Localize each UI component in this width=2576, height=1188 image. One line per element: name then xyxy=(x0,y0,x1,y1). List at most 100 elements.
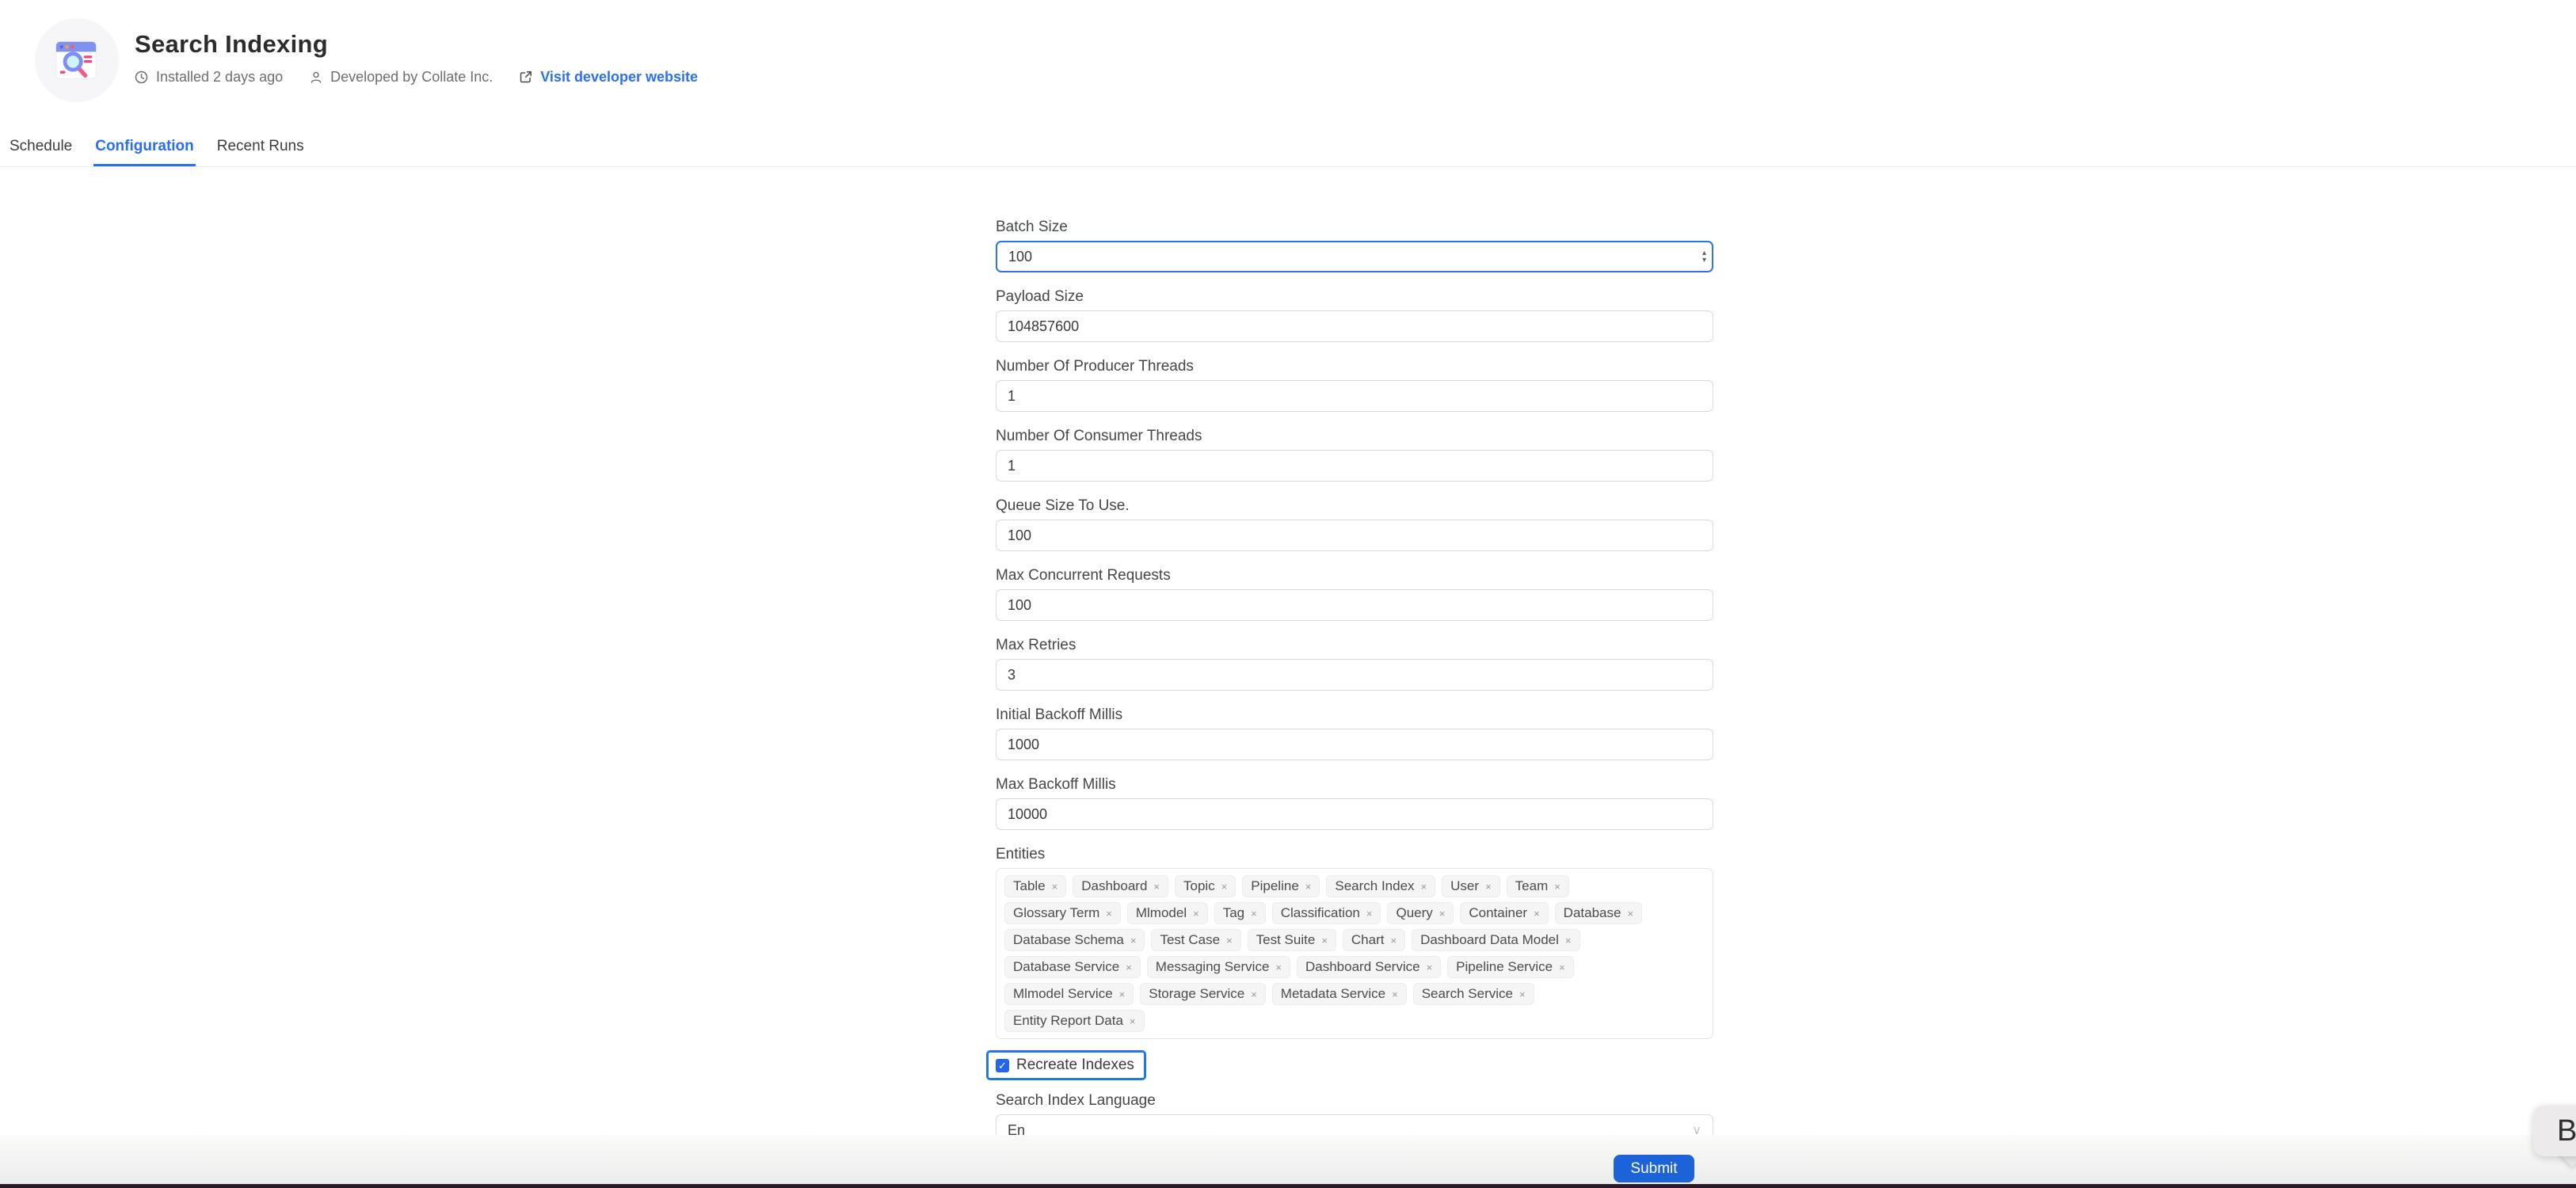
tag-row: Database Schema× Test Case× Test Suite× … xyxy=(1004,929,1705,951)
queue-size-field: Queue Size To Use. xyxy=(996,498,1713,551)
tag-row: Table× Dashboard× Topic× Pipeline× Searc… xyxy=(1004,875,1705,897)
remove-tag-icon[interactable]: × xyxy=(1251,908,1257,920)
entity-tag[interactable]: Storage Service× xyxy=(1140,983,1266,1005)
max-concurrent-requests-input[interactable] xyxy=(996,589,1713,621)
entity-tag[interactable]: Pipeline Service× xyxy=(1447,956,1574,978)
developer-info: Developed by Collate Inc. xyxy=(310,69,493,86)
bottom-edge-bar xyxy=(0,1184,2576,1188)
remove-tag-icon[interactable]: × xyxy=(1251,988,1257,1000)
entities-label: Entities xyxy=(996,847,1713,862)
remove-tag-icon[interactable]: × xyxy=(1119,988,1126,1000)
payload-size-label: Payload Size xyxy=(996,289,1713,305)
producer-threads-label: Number Of Producer Threads xyxy=(996,359,1713,375)
entity-tag[interactable]: Metadata Service× xyxy=(1272,983,1407,1005)
entity-tag[interactable]: Mlmodel Service× xyxy=(1004,983,1134,1005)
entities-field: Entities Table× Dashboard× Topic× Pipeli… xyxy=(996,847,1713,1039)
remove-tag-icon[interactable]: × xyxy=(1275,961,1282,973)
max-backoff-input[interactable] xyxy=(996,798,1713,830)
entity-tag[interactable]: Topic× xyxy=(1175,875,1236,897)
remove-tag-icon[interactable]: × xyxy=(1106,908,1112,920)
form-footer: Submit xyxy=(0,1135,2576,1184)
remove-tag-icon[interactable]: × xyxy=(1193,908,1199,920)
tab-recent-runs[interactable]: Recent Runs xyxy=(215,128,306,166)
entity-tag[interactable]: Database× xyxy=(1555,902,1642,924)
queue-size-label: Queue Size To Use. xyxy=(996,498,1713,514)
initial-backoff-field: Initial Backoff Millis xyxy=(996,707,1713,760)
entity-tag[interactable]: Glossary Term× xyxy=(1004,902,1121,924)
entity-tag[interactable]: Database Service× xyxy=(1004,956,1141,978)
recreate-indexes-checkbox[interactable]: ✓ xyxy=(996,1059,1009,1072)
queue-size-input[interactable] xyxy=(996,520,1713,551)
entity-tag[interactable]: Search Index× xyxy=(1326,875,1435,897)
remove-tag-icon[interactable]: × xyxy=(1153,881,1160,893)
entity-tag[interactable]: Test Suite× xyxy=(1248,929,1336,951)
entity-tag[interactable]: Dashboard× xyxy=(1073,875,1168,897)
entity-tag[interactable]: Container× xyxy=(1460,902,1548,924)
entity-tag[interactable]: Mlmodel× xyxy=(1127,902,1208,924)
remove-tag-icon[interactable]: × xyxy=(1321,935,1328,946)
entity-tag[interactable]: Test Case× xyxy=(1151,929,1240,951)
initial-backoff-input[interactable] xyxy=(996,729,1713,760)
entities-multiselect[interactable]: Table× Dashboard× Topic× Pipeline× Searc… xyxy=(996,868,1713,1039)
remove-tag-icon[interactable]: × xyxy=(1485,881,1492,893)
max-backoff-label: Max Backoff Millis xyxy=(996,777,1713,793)
submit-button[interactable]: Submit xyxy=(1614,1155,1694,1182)
tag-row: Mlmodel Service× Storage Service× Metada… xyxy=(1004,983,1705,1005)
remove-tag-icon[interactable]: × xyxy=(1130,1015,1136,1027)
batch-size-input[interactable] xyxy=(996,241,1713,272)
entity-tag[interactable]: Chart× xyxy=(1343,929,1405,951)
developer-text: Developed by Collate Inc. xyxy=(330,69,493,86)
remove-tag-icon[interactable]: × xyxy=(1519,988,1526,1000)
payload-size-input[interactable] xyxy=(996,310,1713,342)
number-stepper[interactable]: ▴ ▾ xyxy=(1702,249,1706,264)
consumer-threads-input[interactable] xyxy=(996,450,1713,482)
remove-tag-icon[interactable]: × xyxy=(1366,908,1373,920)
entity-tag[interactable]: Table× xyxy=(1004,875,1066,897)
entity-tag[interactable]: Query× xyxy=(1387,902,1454,924)
initial-backoff-label: Initial Backoff Millis xyxy=(996,707,1713,723)
max-concurrent-requests-field: Max Concurrent Requests xyxy=(996,568,1713,621)
entity-tag[interactable]: Team× xyxy=(1507,875,1569,897)
entity-tag[interactable]: Search Service× xyxy=(1413,983,1534,1005)
remove-tag-icon[interactable]: × xyxy=(1534,908,1540,920)
remove-tag-icon[interactable]: × xyxy=(1305,881,1312,893)
remove-tag-icon[interactable]: × xyxy=(1554,881,1560,893)
tab-configuration[interactable]: Configuration xyxy=(93,128,196,166)
entity-tag[interactable]: Messaging Service× xyxy=(1147,956,1290,978)
tab-schedule[interactable]: Schedule xyxy=(8,128,74,166)
entity-tag[interactable]: Dashboard Service× xyxy=(1297,956,1441,978)
entity-tag[interactable]: Dashboard Data Model× xyxy=(1412,929,1580,951)
stepper-down-icon[interactable]: ▾ xyxy=(1702,257,1706,264)
remove-tag-icon[interactable]: × xyxy=(1427,961,1433,973)
visit-developer-website-link[interactable]: Visit developer website xyxy=(540,69,698,86)
remove-tag-icon[interactable]: × xyxy=(1052,881,1058,893)
remove-tag-icon[interactable]: × xyxy=(1627,908,1633,920)
entity-tag[interactable]: Classification× xyxy=(1272,902,1381,924)
max-concurrent-requests-label: Max Concurrent Requests xyxy=(996,568,1713,584)
remove-tag-icon[interactable]: × xyxy=(1126,961,1132,973)
entity-tag[interactable]: Tag× xyxy=(1214,902,1266,924)
producer-threads-input[interactable] xyxy=(996,380,1713,412)
tag-row: Glossary Term× Mlmodel× Tag× Classificat… xyxy=(1004,902,1705,924)
installed-info: Installed 2 days ago xyxy=(135,69,283,86)
remove-tag-icon[interactable]: × xyxy=(1130,935,1137,946)
search-indexing-app-icon xyxy=(52,37,101,83)
remove-tag-icon[interactable]: × xyxy=(1421,881,1427,893)
remove-tag-icon[interactable]: × xyxy=(1392,988,1398,1000)
remove-tag-icon[interactable]: × xyxy=(1226,935,1233,946)
remove-tag-icon[interactable]: × xyxy=(1559,961,1565,973)
remove-tag-icon[interactable]: × xyxy=(1439,908,1446,920)
entity-tag[interactable]: User× xyxy=(1442,875,1500,897)
remove-tag-icon[interactable]: × xyxy=(1390,935,1397,946)
entity-tag[interactable]: Entity Report Data× xyxy=(1004,1010,1145,1032)
max-retries-input[interactable] xyxy=(996,659,1713,691)
tag-row: Entity Report Data× xyxy=(1004,1010,1705,1032)
tab-bar: Schedule Configuration Recent Runs xyxy=(0,128,2576,167)
recreate-indexes-label[interactable]: Recreate Indexes xyxy=(1016,1057,1134,1074)
entity-tag[interactable]: Database Schema× xyxy=(1004,929,1145,951)
remove-tag-icon[interactable]: × xyxy=(1221,881,1228,893)
remove-tag-icon[interactable]: × xyxy=(1565,935,1572,946)
external-link-icon xyxy=(520,70,532,83)
entity-tag[interactable]: Pipeline× xyxy=(1242,875,1320,897)
person-icon xyxy=(310,70,322,84)
